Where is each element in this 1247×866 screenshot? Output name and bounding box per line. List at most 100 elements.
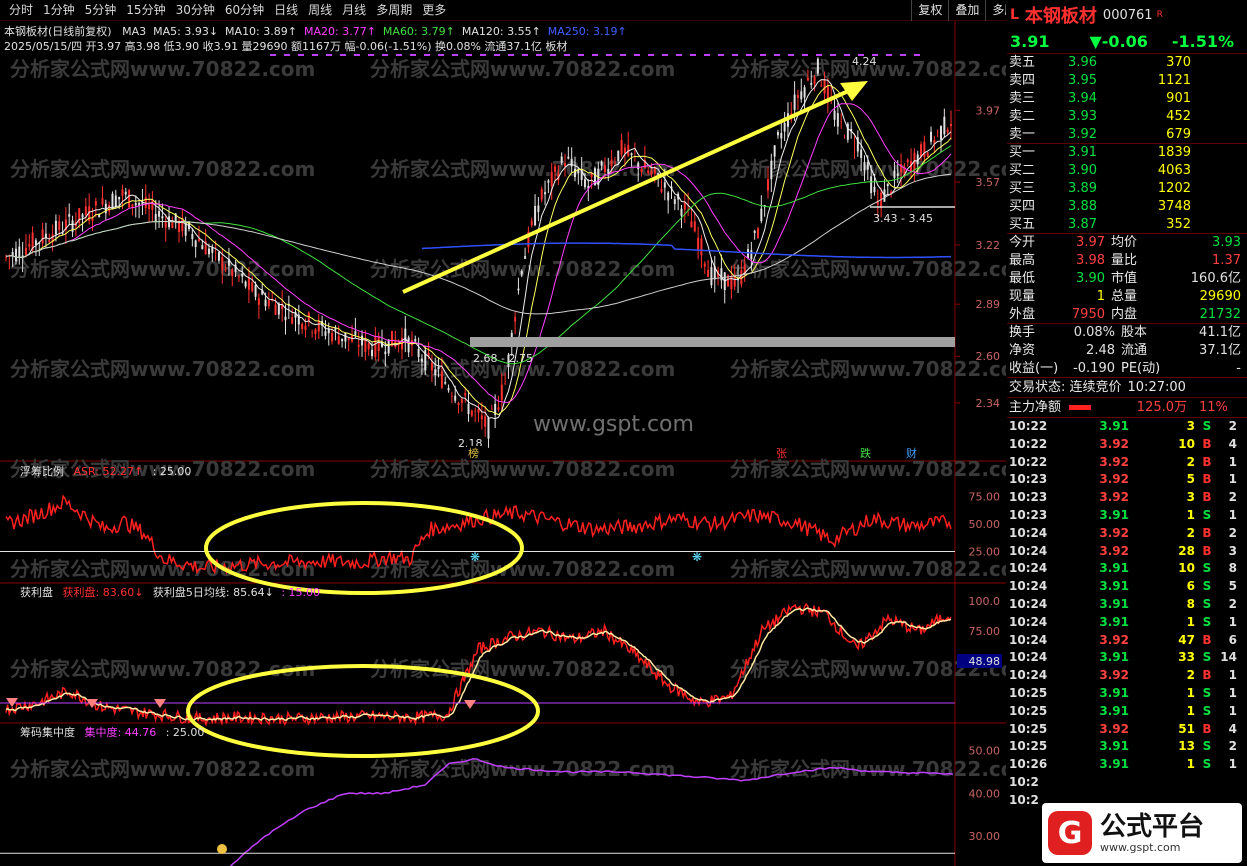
y-tick-label-1: 3.57: [976, 176, 1001, 189]
tick-row: 10:24 3.92 28 B 3: [1007, 543, 1247, 561]
stat-label: 均价: [1111, 235, 1138, 250]
tab-10[interactable]: 更多: [417, 0, 451, 21]
order-label: 卖五: [1009, 55, 1036, 70]
profit-tick-2: 48.98: [969, 655, 1001, 668]
tick-count: [1219, 774, 1237, 792]
stat-label: 量比: [1111, 253, 1138, 268]
order-row: 买三 3.89 1202: [1007, 180, 1247, 198]
profit-line: : 15.00: [281, 586, 321, 599]
tool-button-0[interactable]: 复权: [911, 0, 948, 21]
tick-price: 3.92: [1099, 525, 1129, 540]
stat-label: 净资: [1009, 343, 1036, 358]
tab-1[interactable]: 1分钟: [38, 0, 80, 21]
tick-row: 10:24 3.91 10 S 8: [1007, 560, 1247, 578]
tick-side: S: [1202, 650, 1212, 665]
stat-value: 3.93: [1212, 235, 1241, 250]
tick-count: 3: [1228, 543, 1237, 558]
logo-g-icon: G: [1048, 811, 1092, 855]
order-price: 3.93: [1068, 109, 1097, 124]
tab-0[interactable]: 分时: [4, 0, 38, 21]
conc-value: 集中度: 44.76: [84, 726, 157, 739]
order-price: 3.96: [1068, 55, 1097, 70]
chart-area[interactable]: 分析家公式网www.70822.com 分析家公式网www.70822.com 分析…: [0, 21, 1035, 866]
stat-label: 市值: [1111, 271, 1138, 286]
stat-value: 3.97: [1076, 235, 1105, 250]
tick-price: 3.91: [1099, 614, 1129, 629]
tick-side: S: [1202, 507, 1212, 522]
tick-side: B: [1202, 525, 1212, 540]
tick-price: 3.91: [1099, 685, 1129, 700]
stat-label: 内盘: [1111, 307, 1138, 322]
price-summary: 3.91 ▼-0.06 -1.51%: [1007, 30, 1247, 54]
watermark: 分析家公式网www.70822.com: [730, 257, 1006, 281]
tick-price: 3.91: [1099, 596, 1129, 611]
stock-badge: R: [1156, 9, 1163, 20]
order-label: 卖三: [1009, 91, 1036, 106]
stat-label: 最低: [1009, 271, 1036, 286]
watermark: 分析家公式网www.70822.com: [10, 757, 315, 781]
tab-5[interactable]: 60分钟: [220, 0, 269, 21]
event-marker-2: 跌: [860, 446, 871, 460]
tick-vol: 13: [1178, 739, 1195, 754]
tick-row: 10:2: [1007, 774, 1247, 792]
stat-label: 现量: [1009, 289, 1036, 304]
tick-time: 10:24: [1009, 614, 1048, 629]
tick-list[interactable]: 10:22 3.91 3 S 2 10:22 3.92 10 B 4 10:22 3.92 2 B 1 10:…: [1007, 418, 1247, 810]
tick-side: [1195, 774, 1219, 792]
tab-4[interactable]: 30分钟: [171, 0, 220, 21]
tick-price: [1057, 774, 1129, 792]
tick-time: 10:24: [1009, 543, 1048, 558]
tab-2[interactable]: 5分钟: [80, 0, 122, 21]
asr-tick-2: 25.00: [969, 546, 1001, 559]
tick-side: S: [1202, 579, 1212, 594]
tick-vol: 1: [1186, 703, 1195, 718]
order-price: 3.90: [1068, 163, 1097, 178]
tick-price: 3.92: [1099, 490, 1129, 505]
conc-tick-0: 50.00: [969, 744, 1001, 757]
tick-price: 3.92: [1099, 454, 1129, 469]
tab-6[interactable]: 日线: [269, 0, 303, 21]
tick-price: 3.92: [1099, 668, 1129, 683]
tick-vol: 33: [1178, 650, 1195, 665]
tick-time: 10:24: [1009, 650, 1048, 665]
tab-9[interactable]: 多周期: [371, 0, 417, 21]
quote-stats: 今开 3.97 均价 3.93 最高 3.98 量比 1.37 最低 3.90 市值 160.6亿 现量…: [1007, 234, 1247, 324]
tick-price: 3.92: [1099, 543, 1129, 558]
tick-vol: 10: [1178, 561, 1195, 576]
order-vol: 4063: [1157, 163, 1191, 178]
order-price: 3.87: [1068, 217, 1097, 232]
watermark: 分析家公式网www.70822.com: [10, 357, 315, 381]
conc-title: 筹码集中度: [20, 726, 75, 739]
tick-count: 2: [1228, 525, 1237, 540]
order-vol: 452: [1166, 109, 1191, 124]
tick-count: 1: [1228, 454, 1237, 469]
tab-8[interactable]: 月线: [337, 0, 371, 21]
order-row: 卖四 3.95 1121: [1007, 72, 1247, 90]
tick-price: 3.91: [1099, 650, 1129, 665]
profit-tick-0: 100.0: [969, 595, 1001, 608]
annotation-high: 4.24: [852, 55, 877, 68]
tick-count: 1: [1228, 685, 1237, 700]
order-vol: 352: [1166, 217, 1191, 232]
tick-vol: 3: [1186, 419, 1195, 433]
order-row: 卖五 3.96 370: [1007, 54, 1247, 72]
tick-row: 10:24 3.91 8 S 2: [1007, 596, 1247, 614]
stat-label: 今开: [1009, 235, 1036, 250]
tick-price: 3.92: [1099, 472, 1129, 487]
tab-7[interactable]: 周线: [303, 0, 337, 21]
stat-label: 外盘: [1009, 307, 1036, 322]
tick-side: S: [1202, 757, 1212, 772]
tick-row: 10:26 3.91 1 S 1: [1007, 756, 1247, 774]
order-price: 3.92: [1068, 127, 1097, 142]
tick-time: 10:24: [1009, 525, 1048, 540]
tick-vol: 8: [1186, 596, 1195, 611]
ma-label-6: MA250: 3.19↑: [547, 25, 627, 38]
ma-label-2: MA10: 3.89↑: [225, 25, 297, 38]
tick-time: 10:22: [1009, 454, 1048, 469]
tool-button-1[interactable]: 叠加: [948, 0, 985, 21]
asr-line: : 25.00: [152, 465, 192, 478]
price-pct: -1.51%: [1171, 32, 1235, 51]
tab-3[interactable]: 15分钟: [121, 0, 170, 21]
order-row: 买二 3.90 4063: [1007, 162, 1247, 180]
tick-count: 8: [1228, 561, 1237, 576]
